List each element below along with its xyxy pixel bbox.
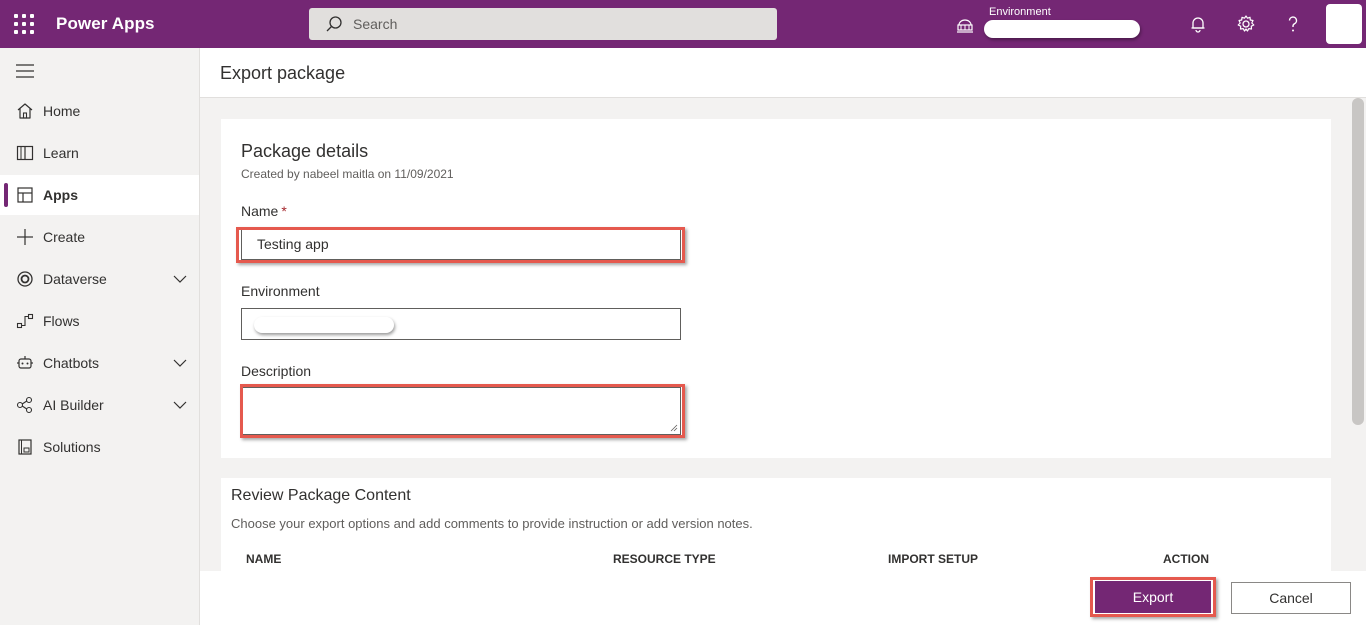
environment-icon[interactable] (956, 16, 974, 34)
environment-picker[interactable] (984, 20, 1140, 38)
package-details-subtitle: Created by nabeel maitla on 11/09/2021 (241, 167, 454, 181)
name-label: Name * (241, 203, 287, 219)
app-name[interactable]: Power Apps (56, 14, 155, 34)
dataverse-icon (17, 271, 33, 287)
column-header-name: NAME (246, 552, 282, 566)
environment-label: Environment (241, 283, 320, 299)
chevron-down-icon[interactable] (172, 272, 188, 286)
apps-icon (17, 187, 33, 203)
sidebar-item-dataverse[interactable]: Dataverse (0, 259, 199, 299)
solutions-icon (18, 439, 32, 455)
sidebar-item-ai-builder[interactable]: AI Builder (0, 385, 199, 425)
review-title: Review Package Content (231, 487, 411, 504)
cancel-button[interactable]: Cancel (1231, 582, 1351, 614)
environment-label: Environment (989, 6, 1051, 18)
package-details-card: Package details Created by nabeel maitla… (221, 119, 1331, 458)
flows-icon (16, 313, 34, 329)
sidebar-item-label: Flows (43, 313, 80, 329)
review-subtitle: Choose your export options and add comme… (231, 516, 753, 531)
sidebar-item-label: Create (43, 229, 86, 245)
page-title: Export package (220, 63, 346, 83)
package-details-title: Package details (241, 141, 369, 161)
plus-icon (17, 229, 33, 245)
footer-bar: Export Cancel (200, 571, 1366, 625)
sidebar-item-apps[interactable]: Apps (0, 175, 199, 215)
sidebar-item-label: Solutions (43, 439, 101, 455)
search-box[interactable] (309, 8, 777, 40)
environment-value-redacted (254, 317, 394, 333)
top-bar: Power Apps Environment (0, 0, 1366, 48)
sidebar-item-label: Home (43, 103, 81, 119)
sidebar-item-label: Learn (43, 145, 79, 161)
chatbot-icon (17, 356, 33, 369)
name-highlight-box (236, 227, 685, 263)
ai-builder-icon (16, 396, 33, 414)
sidebar-item-learn[interactable]: Learn (0, 133, 199, 173)
help-icon[interactable] (1283, 14, 1303, 34)
column-header-resource-type: RESOURCE TYPE (613, 552, 716, 566)
settings-icon[interactable] (1236, 14, 1256, 34)
search-input[interactable] (353, 8, 763, 40)
required-marker: * (281, 203, 287, 219)
page-header: Export package (200, 48, 1366, 98)
description-label: Description (241, 363, 312, 379)
sidebar-item-chatbots[interactable]: Chatbots (0, 343, 199, 383)
book-icon (16, 145, 34, 161)
review-package-card: Review Package Content Choose your expor… (221, 478, 1331, 571)
sidebar: Home Learn Apps Create Dataverse Flows C… (0, 48, 200, 625)
export-highlight-box (1090, 577, 1216, 617)
sidebar-item-create[interactable]: Create (0, 217, 199, 257)
hamburger-icon[interactable] (16, 64, 34, 78)
avatar[interactable] (1326, 4, 1362, 44)
sidebar-item-solutions[interactable]: Solutions (0, 427, 199, 467)
sidebar-item-label: Chatbots (43, 355, 100, 371)
column-header-import-setup: IMPORT SETUP (888, 552, 979, 566)
vertical-scrollbar-thumb[interactable] (1352, 98, 1364, 425)
chevron-down-icon[interactable] (172, 398, 188, 412)
description-highlight-box (240, 384, 685, 438)
notifications-icon[interactable] (1188, 14, 1208, 34)
sidebar-item-label: Apps (43, 187, 78, 203)
sidebar-item-home[interactable]: Home (0, 91, 199, 131)
main-area: Export package Package details Created b… (200, 48, 1366, 625)
sidebar-item-label: AI Builder (43, 397, 104, 413)
sidebar-item-flows[interactable]: Flows (0, 301, 199, 341)
chevron-down-icon[interactable] (172, 356, 188, 370)
search-icon (326, 16, 342, 32)
content-scroll-area: Package details Created by nabeel maitla… (200, 98, 1366, 571)
name-label-text: Name (241, 203, 279, 219)
environment-field[interactable] (241, 308, 681, 340)
column-header-action: ACTION (1163, 552, 1209, 566)
home-icon (17, 103, 33, 119)
sidebar-item-label: Dataverse (43, 271, 107, 287)
waffle-icon[interactable] (14, 14, 34, 34)
